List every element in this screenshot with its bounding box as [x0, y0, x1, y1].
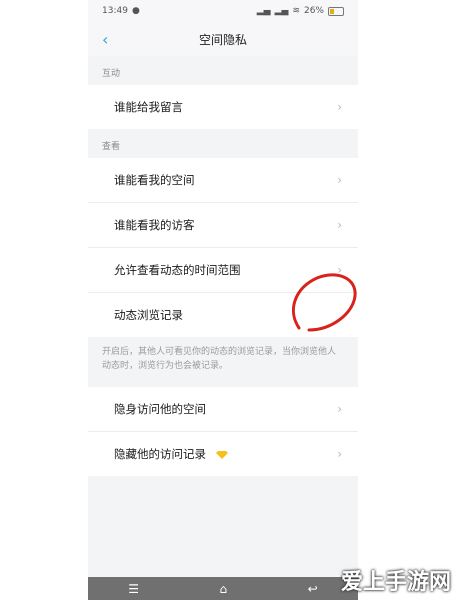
bottom-nav-bar: ☰ ⌂ ↩	[88, 577, 358, 600]
section-view: 查看	[102, 142, 121, 152]
menu-icon[interactable]: ☰	[128, 582, 139, 596]
signal-icon-2: ▂▄	[274, 6, 289, 16]
row-who-can-view-visitors[interactable]: 谁能看我的访客 ›	[88, 202, 358, 247]
page-title: 空间隐私	[198, 32, 247, 47]
chevron-left-icon[interactable]: ‹	[102, 30, 108, 49]
red-circle-annotation	[291, 273, 357, 332]
row-label: 动态浏览记录	[114, 308, 183, 322]
row-invisible-visit[interactable]: 隐身访问他的空间 ›	[88, 387, 358, 431]
signal-icon: ▂▄	[256, 6, 271, 16]
back-icon[interactable]: ↩	[308, 582, 318, 596]
chevron-right-icon: ›	[337, 173, 342, 187]
chevron-right-icon: ›	[337, 402, 342, 416]
chevron-right-icon: ›	[337, 447, 342, 461]
section-interaction: 互动	[102, 69, 121, 79]
status-bar: 13:49 ● ▂▄ ▂▄ ≋ 26%	[88, 0, 358, 22]
wifi-icon: ≋	[292, 6, 300, 16]
diamond-icon	[215, 450, 228, 459]
battery-icon	[328, 6, 344, 16]
row-label: 隐身访问他的空间	[114, 402, 206, 416]
row-label: 允许查看动态的时间范围	[114, 263, 241, 277]
status-dot-icon: ●	[131, 6, 140, 16]
status-time: 13:49	[102, 6, 128, 16]
status-left: 13:49 ●	[102, 6, 140, 16]
row-label: 谁能给我留言	[114, 100, 183, 114]
battery-percent: 26%	[303, 6, 324, 16]
chevron-right-icon: ›	[337, 218, 342, 232]
row-who-can-comment[interactable]: 谁能给我留言 ›	[88, 85, 358, 129]
row-label-with-diamond: 隐藏他的访问记录	[114, 446, 228, 462]
row-label: 隐藏他的访问记录	[114, 447, 206, 461]
row-label: 谁能看我的空间	[114, 173, 195, 187]
home-icon[interactable]: ⌂	[220, 582, 228, 596]
chevron-right-icon: ›	[337, 100, 342, 114]
row-label: 谁能看我的访客	[114, 218, 195, 232]
watermark: 爱上手游网	[340, 570, 451, 595]
browse-history-note: 开启后，其他人可看见你的动态的浏览记录，当你浏览他人动态时，浏览行为也会被记录。	[102, 347, 337, 371]
row-who-can-view-space[interactable]: 谁能看我的空间 ›	[88, 158, 358, 202]
row-hide-visit-record[interactable]: 隐藏他的访问记录 ›	[88, 431, 358, 476]
top-nav: ‹ 空间隐私	[88, 22, 358, 56]
status-right: ▂▄ ▂▄ ≋ 26%	[257, 6, 344, 16]
